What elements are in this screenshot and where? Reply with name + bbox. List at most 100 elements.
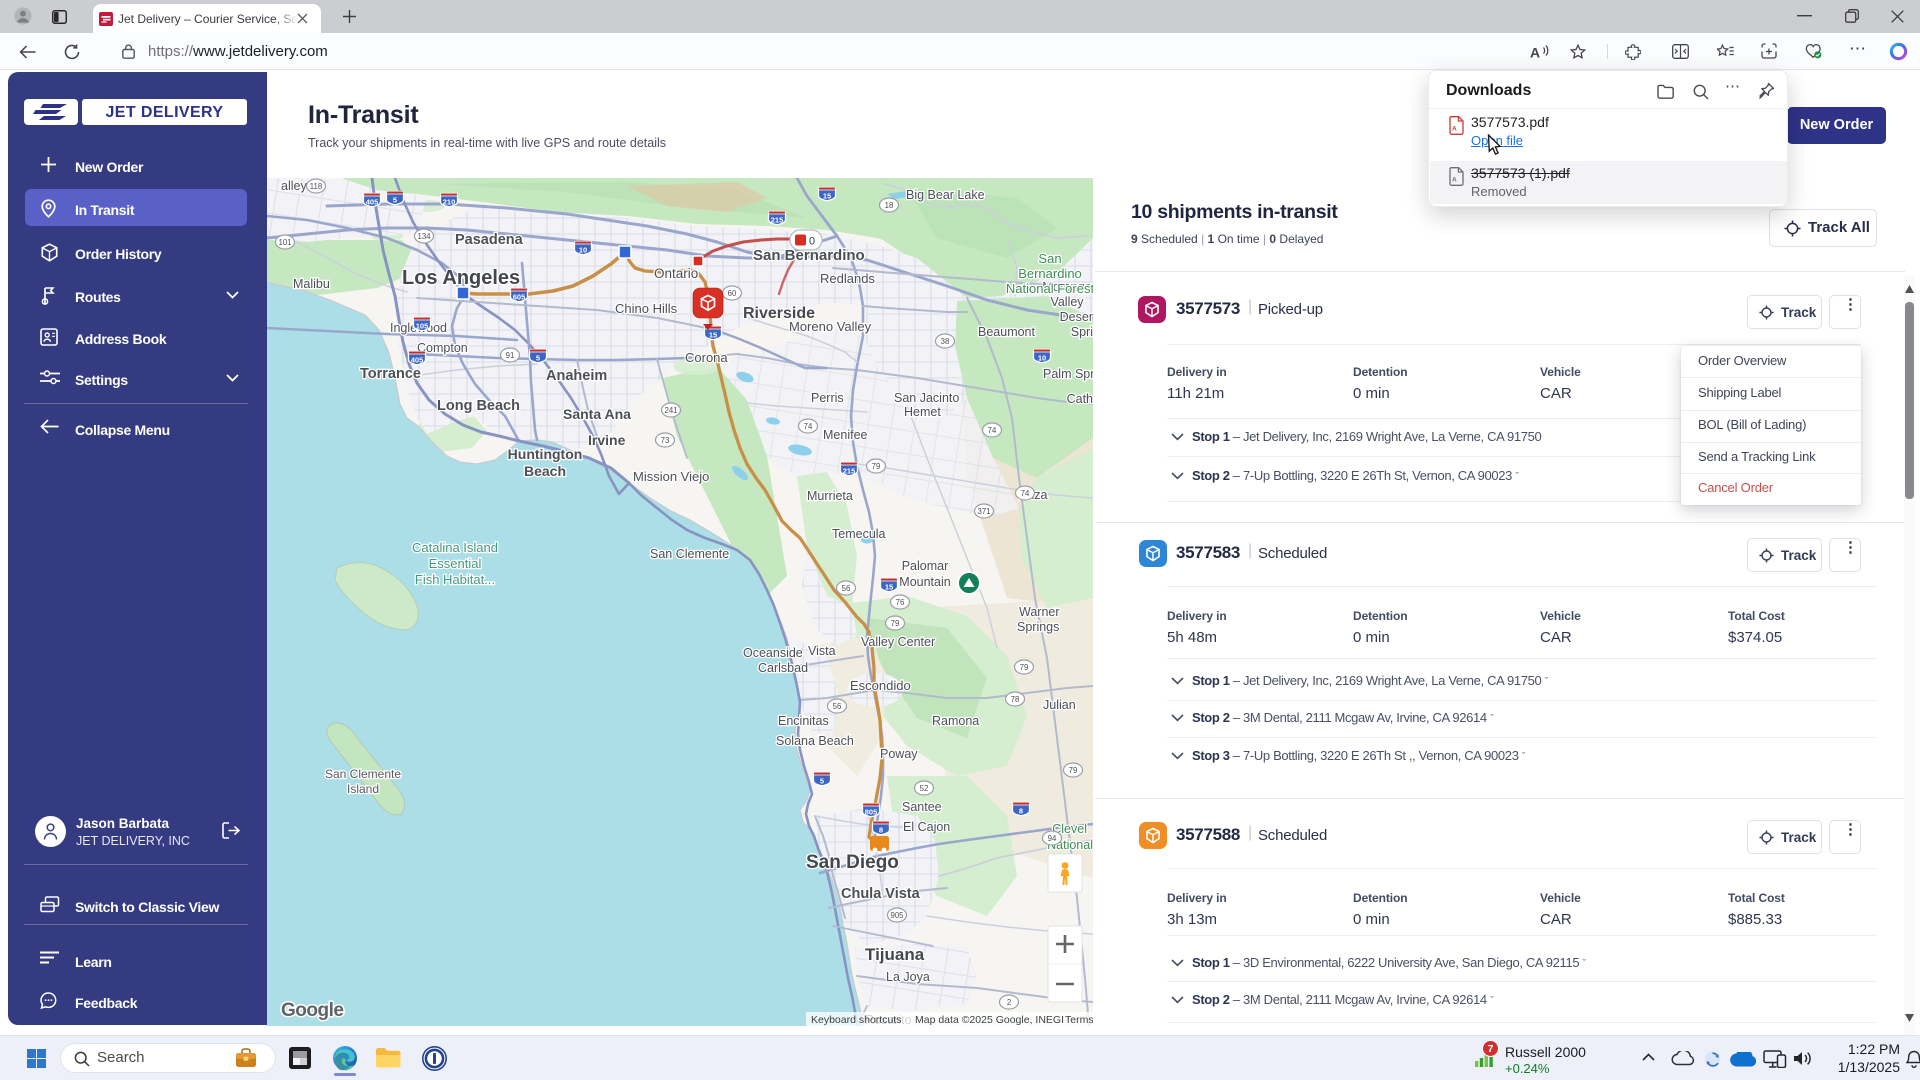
svg-text:Ontario: Ontario [654, 266, 698, 281]
svg-text:Chino Hills: Chino Hills [615, 301, 678, 316]
svg-text:78: 78 [1011, 695, 1020, 704]
svg-text:San: San [1038, 251, 1061, 266]
svg-text:91: 91 [506, 351, 515, 360]
svg-text:Map data ©2025 Google, INEGI: Map data ©2025 Google, INEGI [915, 1014, 1064, 1026]
svg-text:San Clemente: San Clemente [650, 547, 729, 561]
svg-text:Ramona: Ramona [932, 714, 979, 728]
svg-text:Catalina Island: Catalina Island [412, 540, 498, 555]
svg-text:Malibu: Malibu [293, 277, 330, 291]
svg-text:San Jacinto: San Jacinto [894, 391, 959, 405]
svg-text:Essential: Essential [429, 556, 482, 571]
svg-text:118: 118 [310, 182, 322, 191]
svg-text:Mountain: Mountain [899, 575, 950, 589]
svg-text:San Clemente: San Clemente [325, 767, 401, 781]
svg-text:Palm Spri: Palm Spri [1043, 367, 1093, 381]
svg-text:Escondido: Escondido [850, 678, 911, 693]
svg-text:15: 15 [885, 583, 893, 592]
svg-text:10: 10 [579, 246, 587, 255]
svg-text:56: 56 [842, 584, 851, 593]
svg-text:52: 52 [920, 784, 929, 793]
svg-text:18: 18 [885, 201, 894, 210]
svg-text:101: 101 [278, 238, 291, 247]
svg-text:76: 76 [896, 598, 905, 607]
svg-text:215: 215 [771, 216, 784, 225]
svg-text:Pasadena: Pasadena [455, 232, 524, 248]
svg-text:Moreno Valley: Moreno Valley [789, 319, 872, 334]
svg-text:605: 605 [513, 293, 526, 302]
svg-text:Temecula: Temecula [832, 527, 886, 541]
svg-text:Huntington: Huntington [508, 446, 583, 462]
svg-text:Santa Ana: Santa Ana [563, 406, 631, 422]
svg-text:Google: Google [281, 1000, 343, 1021]
svg-text:Big Bear Lake: Big Bear Lake [906, 188, 985, 202]
svg-text:Hemet: Hemet [904, 405, 941, 419]
svg-text:Torrance: Torrance [360, 366, 421, 382]
svg-text:8: 8 [879, 826, 883, 835]
svg-text:Poway: Poway [880, 747, 918, 761]
svg-text:0: 0 [809, 236, 815, 248]
svg-text:94: 94 [1048, 834, 1057, 843]
svg-text:Solana Beach: Solana Beach [776, 734, 854, 748]
svg-text:15: 15 [823, 192, 831, 201]
svg-text:Fish Habitat...: Fish Habitat... [415, 572, 495, 587]
svg-text:241: 241 [664, 406, 677, 415]
svg-text:alley: alley [281, 179, 307, 193]
svg-text:A: A [1452, 177, 1457, 184]
svg-text:15: 15 [709, 331, 717, 340]
svg-text:Perris: Perris [811, 391, 844, 405]
svg-text:Chula Vista: Chula Vista [841, 886, 921, 902]
svg-text:8: 8 [1019, 807, 1023, 816]
svg-text:5: 5 [393, 196, 397, 205]
svg-text:Palomar: Palomar [902, 559, 949, 573]
svg-text:5: 5 [820, 777, 824, 786]
svg-text:Anaheim: Anaheim [546, 368, 607, 384]
svg-text:Beach: Beach [524, 463, 566, 479]
svg-text:56: 56 [833, 702, 842, 711]
svg-text:79: 79 [1069, 766, 1078, 775]
svg-text:Mission Viejo: Mission Viejo [633, 469, 709, 484]
svg-text:Corona: Corona [685, 350, 728, 365]
svg-text:Cath: Cath [1067, 392, 1093, 406]
svg-text:905: 905 [890, 911, 904, 920]
svg-text:Spri: Spri [1071, 325, 1093, 339]
svg-text:Valley Center: Valley Center [861, 635, 935, 649]
svg-text:2: 2 [1007, 998, 1011, 1007]
svg-text:805: 805 [865, 808, 878, 817]
svg-text:7: 7 [1488, 1043, 1494, 1055]
svg-text:10: 10 [1038, 354, 1046, 363]
svg-text:Terms: Terms [1065, 1014, 1093, 1026]
svg-text:5: 5 [536, 354, 540, 363]
svg-text:Tijuana: Tijuana [865, 945, 925, 964]
svg-text:Valley: Valley [1050, 295, 1084, 309]
svg-text:79: 79 [872, 462, 881, 471]
svg-text:Redlands: Redlands [820, 271, 875, 286]
svg-text:Long Beach: Long Beach [437, 398, 520, 414]
svg-text:210: 210 [443, 198, 456, 207]
svg-text:73: 73 [661, 436, 670, 445]
svg-text:105: 105 [416, 322, 429, 331]
svg-text:60: 60 [728, 289, 737, 298]
svg-text:Beaumont: Beaumont [978, 325, 1036, 339]
svg-text:Oceanside: Oceanside [743, 646, 803, 660]
svg-text:74: 74 [988, 426, 997, 435]
svg-text:Keyboard shortcuts: Keyboard shortcuts [811, 1014, 901, 1026]
svg-text:San Diego: San Diego [806, 852, 899, 873]
svg-text:Menifee: Menifee [823, 428, 868, 442]
svg-text:El Cajon: El Cajon [903, 820, 950, 834]
svg-text:Santee: Santee [902, 800, 942, 814]
svg-text:215: 215 [843, 467, 856, 476]
svg-text:National Forest: National Forest [1006, 281, 1093, 296]
svg-text:La Joya: La Joya [886, 970, 930, 984]
svg-text:134: 134 [417, 232, 431, 241]
svg-text:74: 74 [1021, 489, 1030, 498]
svg-text:38: 38 [941, 337, 950, 346]
svg-text:Island: Island [347, 782, 379, 796]
svg-text:405: 405 [411, 356, 424, 365]
svg-text:405: 405 [366, 198, 379, 207]
svg-text:Murrieta: Murrieta [807, 489, 853, 503]
svg-text:79: 79 [891, 619, 900, 628]
svg-text:Irvine: Irvine [588, 432, 626, 448]
svg-text:Deser: Deser [1060, 310, 1093, 324]
svg-text:Carlsbad: Carlsbad [758, 661, 808, 675]
svg-text:Julian: Julian [1043, 698, 1076, 712]
